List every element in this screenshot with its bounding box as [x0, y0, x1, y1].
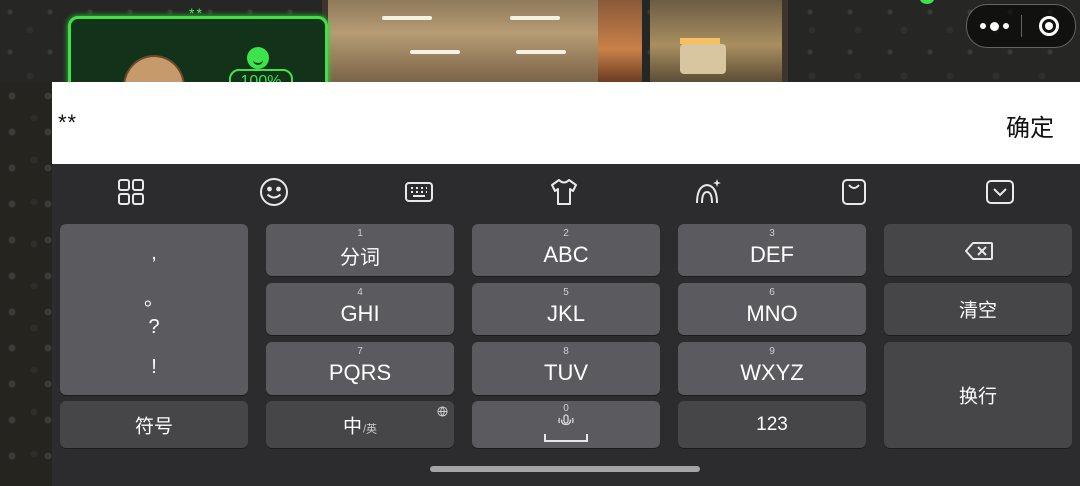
key-number: 5: [563, 287, 569, 298]
numbers-key[interactable]: 123: [678, 401, 866, 448]
symbols-key-label: 符号: [134, 416, 173, 437]
keyboard: , 。 ? ! 符号 1 分词 4 GHI 7 PQRS 中/英 2 ABC 5…: [52, 164, 1080, 486]
key-label: 分词: [340, 247, 380, 269]
key-3-def[interactable]: 3 DEF: [678, 224, 866, 276]
key-label: TUV: [544, 360, 588, 385]
confirm-button[interactable]: 确定: [1006, 108, 1054, 143]
punctuation-key[interactable]: , 。 ? !: [60, 224, 248, 395]
key-number: 4: [357, 287, 363, 298]
lab-machine: [680, 44, 726, 74]
key-number: 6: [769, 287, 775, 298]
ceiling-light: [516, 50, 566, 54]
key-label: DEF: [750, 242, 794, 267]
key-label: MNO: [746, 301, 798, 326]
clear-key-label: 清空: [958, 300, 997, 322]
key-number: 8: [563, 346, 569, 357]
key-number: 2: [563, 228, 569, 239]
language-switch-key[interactable]: 中/英: [266, 401, 454, 448]
key-label: GHI: [340, 301, 380, 326]
backspace-key[interactable]: [884, 224, 1072, 276]
miniprogram-capsule: [966, 4, 1076, 48]
elevator-room: [598, 0, 642, 82]
key-8-tuv[interactable]: 8 TUV: [472, 342, 660, 395]
more-button[interactable]: [967, 21, 1021, 31]
grid-icon[interactable]: [115, 176, 147, 208]
key-1-fenci[interactable]: 1 分词: [266, 224, 454, 276]
happiness-percent: 100%: [229, 69, 293, 82]
ceiling-light: [510, 16, 560, 20]
key-5-jkl[interactable]: 5 JKL: [472, 283, 660, 335]
keyboard-toolbar: [52, 164, 1080, 220]
close-target-icon: [1038, 16, 1059, 36]
key-7-pqrs[interactable]: 7 PQRS: [266, 342, 454, 395]
dweller-card[interactable]: ** 100%: [68, 5, 328, 82]
ceiling-light: [382, 16, 432, 20]
keyboard-icon[interactable]: [403, 176, 435, 208]
numbers-key-label: 123: [756, 413, 788, 435]
key-number: 9: [769, 346, 775, 357]
hide-keyboard-icon[interactable]: [984, 176, 1016, 208]
key-label: WXYZ: [740, 360, 804, 385]
clear-key[interactable]: 清空: [884, 283, 1072, 335]
input-bar: ** 确定: [52, 82, 1080, 164]
dweller-avatar: [123, 55, 185, 82]
more-dot-icon: [979, 23, 986, 29]
key-label: PQRS: [328, 360, 392, 385]
key-number: 1: [357, 228, 363, 239]
game-background: ** 100%: [0, 0, 1080, 82]
close-miniprogram-button[interactable]: [1022, 16, 1075, 36]
backspace-icon: [965, 242, 993, 260]
voice-icon: [558, 414, 574, 426]
key-2-abc[interactable]: 2 ABC: [472, 224, 660, 276]
lab-room: [650, 0, 788, 82]
text-input[interactable]: **: [58, 110, 77, 136]
space-key[interactable]: 0: [472, 401, 660, 448]
ai-assistant-icon[interactable]: [692, 176, 724, 208]
key-4-ghi[interactable]: 4 GHI: [266, 283, 454, 335]
newline-key-label: 换行: [958, 386, 997, 408]
more-dot-icon: [1002, 23, 1009, 29]
smiley-icon: [247, 47, 269, 69]
ceiling-light: [410, 50, 460, 54]
notification-dot: [920, 0, 934, 4]
space-bar-icon: [544, 434, 588, 442]
key-number: 7: [357, 346, 363, 357]
key-label: JKL: [547, 301, 585, 326]
office-room: [322, 0, 604, 82]
dweller-stars: **: [189, 5, 204, 21]
clipboard-icon[interactable]: [838, 176, 870, 208]
punctuation-period: 。: [144, 288, 164, 310]
key-9-wxyz[interactable]: 9 WXYZ: [678, 342, 866, 395]
more-dot-icon: [989, 21, 999, 31]
key-number: 3: [769, 228, 775, 239]
game-background-left: [0, 82, 52, 486]
punctuation-exclamation: !: [151, 356, 157, 378]
emoji-icon[interactable]: [258, 176, 290, 208]
punctuation-comma: ,: [151, 242, 157, 264]
newline-key[interactable]: 换行: [884, 342, 1072, 448]
symbols-key[interactable]: 符号: [60, 401, 248, 448]
key-label: ABC: [543, 242, 589, 267]
skin-icon[interactable]: [548, 176, 580, 208]
punctuation-question: ?: [148, 316, 160, 338]
home-indicator[interactable]: [430, 466, 700, 472]
key-6-mno[interactable]: 6 MNO: [678, 283, 866, 335]
language-switch-label: 中/英: [342, 416, 378, 437]
